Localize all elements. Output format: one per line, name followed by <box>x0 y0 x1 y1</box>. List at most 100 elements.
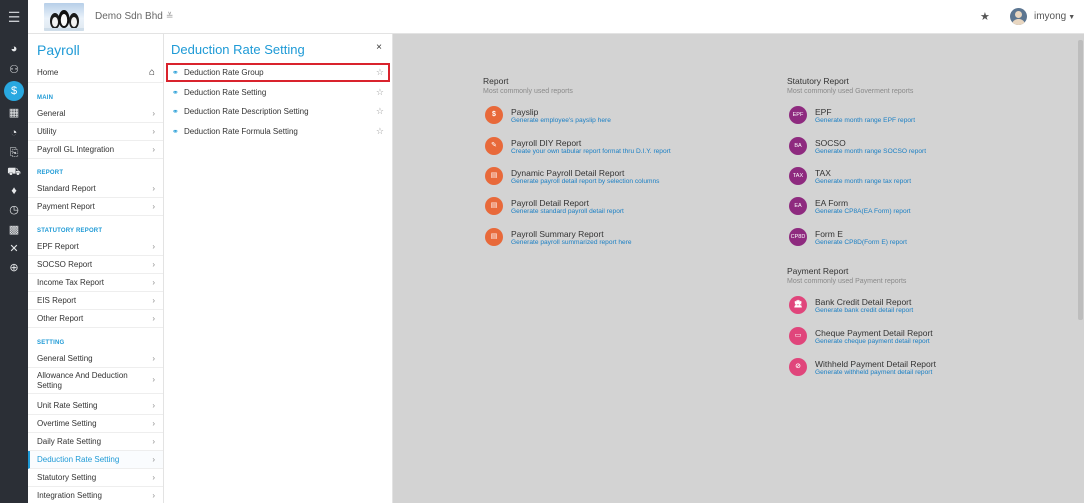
chevron-right-icon: › <box>152 145 155 154</box>
report-name: Payslip <box>511 107 539 117</box>
chevron-right-icon: › <box>152 202 155 211</box>
menu-item-label: Payment Report <box>37 202 95 211</box>
deduction-rate-panel: Deduction Rate Setting × ⚭ Deduction Rate… <box>164 34 393 503</box>
avatar[interactable] <box>1010 8 1027 25</box>
report-name: Payroll Summary Report <box>511 229 604 239</box>
submenu-item-deduction-rate-group[interactable]: ⚭ Deduction Rate Group ☆ <box>166 63 390 82</box>
scrollbar[interactable] <box>1078 40 1083 320</box>
tools-icon[interactable]: ✕ <box>7 242 21 256</box>
menu-item-standard-report[interactable]: Standard Report › <box>28 180 163 198</box>
calculator-icon[interactable]: ▩ <box>7 223 21 237</box>
statutory-section-title: Statutory Report <box>787 76 849 86</box>
truck-icon[interactable]: ⛟ <box>7 165 21 179</box>
menu-item-allowance-deduction[interactable]: Allowance And Deduction Setting › <box>28 368 163 394</box>
payroll-icon[interactable]: $ <box>4 81 24 101</box>
report-name: Bank Credit Detail Report <box>815 297 912 307</box>
section-statutory: STATUTORY REPORT <box>37 228 103 234</box>
chevron-down-icon: ≚ <box>165 11 174 21</box>
dashboard-icon[interactable]: ◕ <box>7 42 21 56</box>
report-desc[interactable]: Generate cheque payment detail report <box>815 338 930 345</box>
report-desc[interactable]: Generate month range EPF report <box>815 117 915 124</box>
user-menu[interactable]: imyong ▼ <box>1034 11 1075 22</box>
chevron-right-icon: › <box>152 296 155 305</box>
report-desc[interactable]: Generate payroll summarized report here <box>511 239 632 246</box>
clock-icon[interactable]: ◔ <box>7 126 21 140</box>
submenu-item-label: Deduction Rate Group <box>184 68 264 77</box>
chevron-right-icon: › <box>152 109 155 118</box>
menu-item-general-setting[interactable]: General Setting › <box>28 350 163 368</box>
chevron-right-icon: › <box>152 375 155 384</box>
calendar-icon[interactable]: ▦ <box>7 106 21 120</box>
plus-circle-icon[interactable]: ⊕ <box>7 261 21 275</box>
socso-badge-icon: BA <box>789 137 807 155</box>
submenu-item-label: Deduction Rate Description Setting <box>184 107 309 116</box>
company-selector[interactable]: Demo Sdn Bhd ≚ <box>95 11 173 22</box>
star-outline-icon[interactable]: ☆ <box>376 102 384 121</box>
link-icon: ⚭ <box>172 68 179 77</box>
menu-item-payroll-gl[interactable]: Payroll GL Integration › <box>28 141 163 159</box>
star-icon[interactable]: ★ <box>980 10 990 23</box>
section-setting: SETTING <box>37 340 65 346</box>
submenu-item-formula-setting[interactable]: ⚭ Deduction Rate Formula Setting ☆ <box>166 122 390 141</box>
link-icon: ⚭ <box>172 88 179 97</box>
menu-item-label: EPF Report <box>37 242 79 251</box>
timer-icon[interactable]: ◷ <box>7 203 21 217</box>
document-icon: ▤ <box>485 197 503 215</box>
chevron-right-icon: › <box>152 314 155 323</box>
menu-item-label: Standard Report <box>37 184 96 193</box>
menu-item-socso-report[interactable]: SOCSO Report › <box>28 256 163 274</box>
chevron-right-icon: › <box>152 419 155 428</box>
menu-item-daily-rate[interactable]: Daily Rate Setting › <box>28 433 163 451</box>
pencil-icon: ✎ <box>485 137 503 155</box>
hamburger-icon[interactable]: ☰ <box>0 0 28 34</box>
report-name: TAX <box>815 168 831 178</box>
report-desc[interactable]: Generate CP8A(EA Form) report <box>815 208 911 215</box>
star-outline-icon[interactable]: ☆ <box>376 65 384 80</box>
menu-item-income-tax-report[interactable]: Income Tax Report › <box>28 274 163 292</box>
report-desc[interactable]: Generate withheld payment detail report <box>815 369 932 376</box>
menu-item-label: Statutory Setting <box>37 473 97 482</box>
report-desc[interactable]: Generate employee's payslip here <box>511 117 611 124</box>
report-desc[interactable]: Create your own tabular report format th… <box>511 148 671 155</box>
menu-item-label: Deduction Rate Setting <box>37 455 120 464</box>
report-desc[interactable]: Generate payroll detail report by select… <box>511 178 659 185</box>
menu-item-home[interactable]: Home ⌂ <box>28 63 163 83</box>
people-icon[interactable]: ⚇ <box>7 63 21 77</box>
menu-item-label: Utility <box>37 127 57 136</box>
close-icon[interactable]: × <box>376 42 382 53</box>
submenu-item-description-setting[interactable]: ⚭ Deduction Rate Description Setting ☆ <box>166 102 390 121</box>
report-desc[interactable]: Generate standard payroll detail report <box>511 208 624 215</box>
report-section-title: Report <box>483 76 509 86</box>
menu-item-payment-report[interactable]: Payment Report › <box>28 198 163 216</box>
menu-item-unit-rate[interactable]: Unit Rate Setting › <box>28 397 163 415</box>
report-desc[interactable]: Generate CP8D(Form E) report <box>815 239 907 246</box>
report-desc[interactable]: Generate month range SOCSO report <box>815 148 926 155</box>
star-outline-icon[interactable]: ☆ <box>376 83 384 102</box>
menu-item-statutory-setting[interactable]: Statutory Setting › <box>28 469 163 487</box>
menu-item-epf-report[interactable]: EPF Report › <box>28 238 163 256</box>
menu-item-label: EIS Report <box>37 296 77 305</box>
epf-badge-icon: EPF <box>789 106 807 124</box>
money-bag-icon[interactable]: ♦ <box>7 184 21 198</box>
submenu-item-label: Deduction Rate Setting <box>184 88 267 97</box>
caret-down-icon: ▼ <box>1068 14 1076 21</box>
chevron-right-icon: › <box>152 401 155 410</box>
menu-item-eis-report[interactable]: EIS Report › <box>28 292 163 310</box>
menu-item-deduction-rate[interactable]: Deduction Rate Setting › <box>28 451 163 469</box>
report-name: EA Form <box>815 198 849 208</box>
report-desc[interactable]: Generate bank credit detail report <box>815 307 913 314</box>
submenu-item-deduction-rate-setting[interactable]: ⚭ Deduction Rate Setting ☆ <box>166 83 390 102</box>
chevron-right-icon: › <box>152 437 155 446</box>
menu-item-label: General <box>37 109 66 118</box>
menu-item-overtime[interactable]: Overtime Setting › <box>28 415 163 433</box>
chevron-right-icon: › <box>152 278 155 287</box>
menu-item-general[interactable]: General › <box>28 105 163 123</box>
menu-item-utility[interactable]: Utility › <box>28 123 163 141</box>
menu-item-other-report[interactable]: Other Report › <box>28 310 163 328</box>
star-outline-icon[interactable]: ☆ <box>376 122 384 141</box>
username: imyong <box>1034 11 1067 22</box>
report-desc[interactable]: Generate month range tax report <box>815 178 911 185</box>
menu-item-integration-setting[interactable]: Integration Setting › <box>28 487 163 503</box>
export-icon[interactable]: ⎘ <box>7 146 21 160</box>
menu-item-label: Integration Setting <box>37 491 102 500</box>
